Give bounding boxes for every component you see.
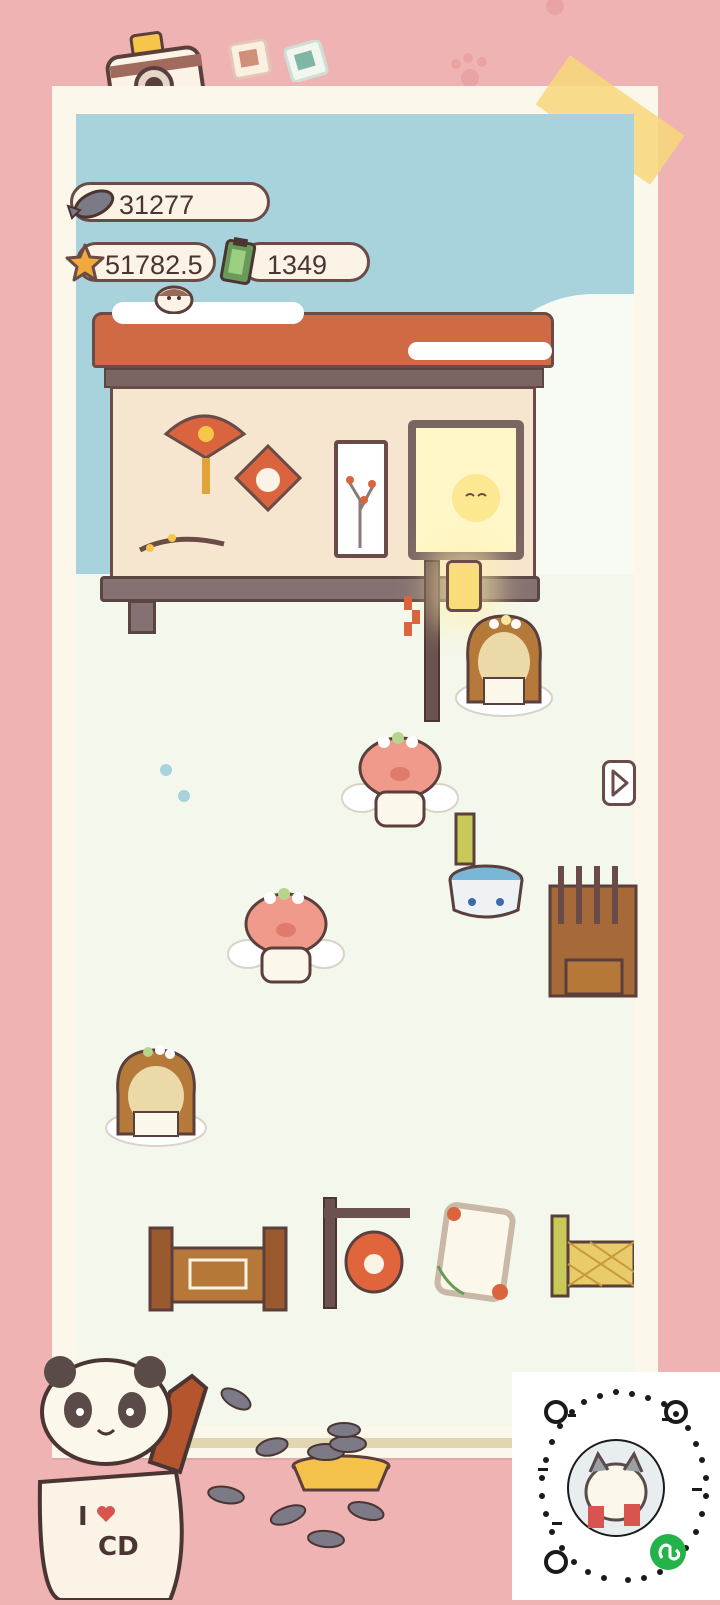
tool-rack-item[interactable]	[548, 860, 638, 1000]
fish-count: 31277	[119, 190, 195, 220]
house-leg	[128, 600, 156, 634]
roof-snow	[408, 342, 552, 360]
flower-frame-item[interactable]	[428, 1196, 522, 1308]
qr-code-pattern	[538, 1389, 709, 1583]
mini-program-qr-code[interactable]	[512, 1372, 720, 1600]
lamp-post	[424, 560, 440, 722]
next-arrow-icon	[611, 769, 629, 797]
lantern[interactable]	[446, 560, 482, 612]
fish-bowl-item	[291, 1422, 391, 1492]
lantern-sign-item[interactable]	[318, 1196, 414, 1310]
fish-icon	[66, 189, 115, 220]
mini-program-icon	[650, 1534, 686, 1570]
star-icon	[65, 243, 105, 282]
sparrow-icon[interactable]	[150, 278, 198, 314]
diamond-plaque-decoration[interactable]	[232, 442, 304, 514]
fish-icon	[220, 1387, 252, 1411]
photo-thumb-icon[interactable]	[228, 38, 274, 80]
ghost-cat-character[interactable]	[448, 470, 504, 526]
battery-icon	[219, 236, 257, 285]
plum-painting	[346, 476, 376, 548]
paw-print-decoration	[451, 53, 487, 87]
guinea-pig-character[interactable]	[454, 606, 554, 718]
fish-icon	[347, 1500, 385, 1522]
plum-branch-decoration	[138, 534, 225, 553]
mascot-shirt-text-cd: CD	[98, 1532, 139, 1562]
mascot-shirt-text-i: I	[78, 1502, 88, 1532]
guinea-pig-character[interactable]	[104, 1038, 208, 1150]
next-arrow-button[interactable]	[602, 760, 636, 806]
photo-thumb-icon[interactable]	[284, 40, 330, 82]
house-eave	[104, 368, 544, 388]
battery-count: 1349	[267, 250, 328, 280]
paw-print-decoration	[546, 0, 564, 15]
fish-icon	[307, 1529, 345, 1549]
panda-mascot	[37, 1356, 209, 1600]
roof-snow	[112, 302, 304, 324]
firecracker-decoration	[404, 596, 420, 636]
bamboo-fence-item[interactable]	[536, 1212, 634, 1298]
water-bowl-item[interactable]	[440, 810, 530, 926]
paw-print-decoration	[160, 764, 190, 802]
fish-icon	[255, 1437, 289, 1457]
wooden-gate-item[interactable]	[146, 1222, 292, 1312]
pig-character[interactable]	[226, 884, 346, 992]
